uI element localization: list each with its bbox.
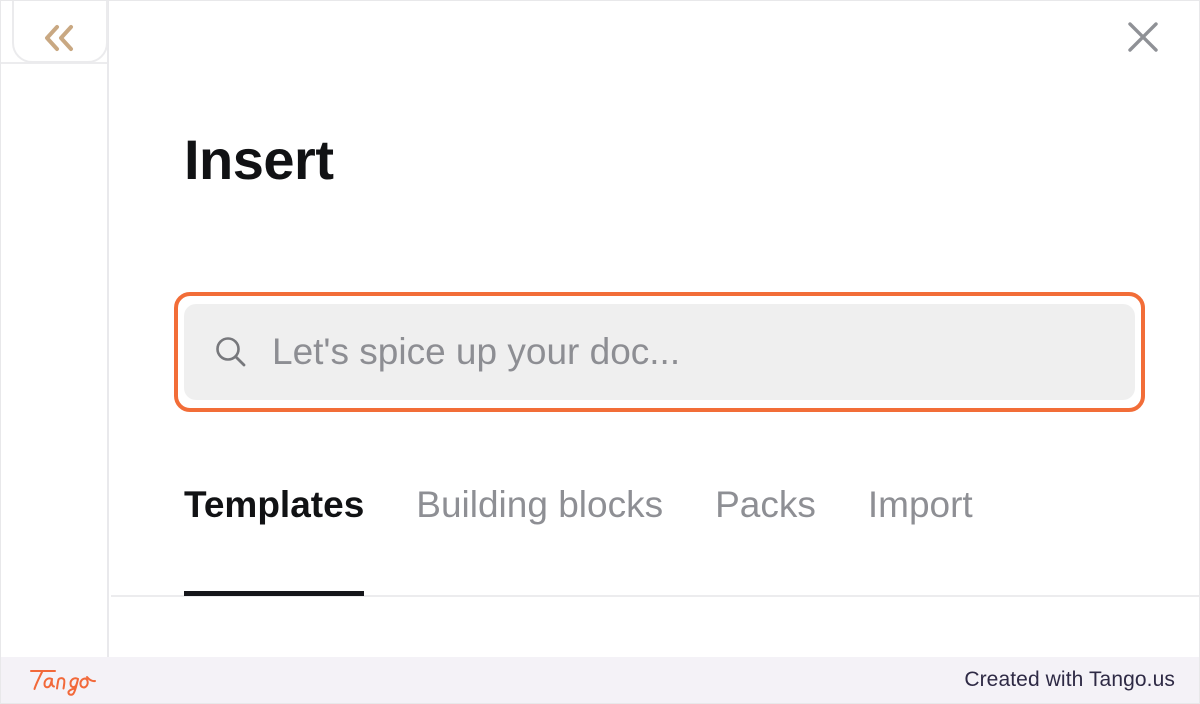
collapse-sidebar-button[interactable] xyxy=(12,1,108,63)
tab-import[interactable]: Import xyxy=(868,483,973,527)
insert-tabs: Templates Building blocks Packs Import xyxy=(184,483,973,598)
tango-logo-icon xyxy=(30,670,96,696)
footer-note: Created with Tango.us xyxy=(964,668,1175,691)
tango-footer: Created with Tango.us xyxy=(1,657,1199,703)
double-chevron-left-icon xyxy=(45,25,73,51)
insert-panel: Insert Templates Building blocks Packs I… xyxy=(111,1,1199,657)
search-icon xyxy=(216,337,246,367)
tab-packs[interactable]: Packs xyxy=(715,483,816,527)
page-title: Insert xyxy=(184,128,334,191)
tab-label: Packs xyxy=(715,484,816,525)
left-rail xyxy=(1,1,109,657)
tab-templates[interactable]: Templates xyxy=(184,483,365,598)
insert-panel-screen: Insert Templates Building blocks Packs I… xyxy=(0,0,1200,704)
close-panel-button[interactable] xyxy=(1115,9,1171,65)
tab-label: Import xyxy=(867,484,973,525)
tab-building-blocks[interactable]: Building blocks xyxy=(416,483,663,527)
tab-label: Building blocks xyxy=(416,484,664,525)
close-icon xyxy=(1128,22,1158,52)
search-input[interactable] xyxy=(272,325,1107,379)
search-field[interactable] xyxy=(184,304,1135,400)
tab-label: Templates xyxy=(184,484,365,525)
